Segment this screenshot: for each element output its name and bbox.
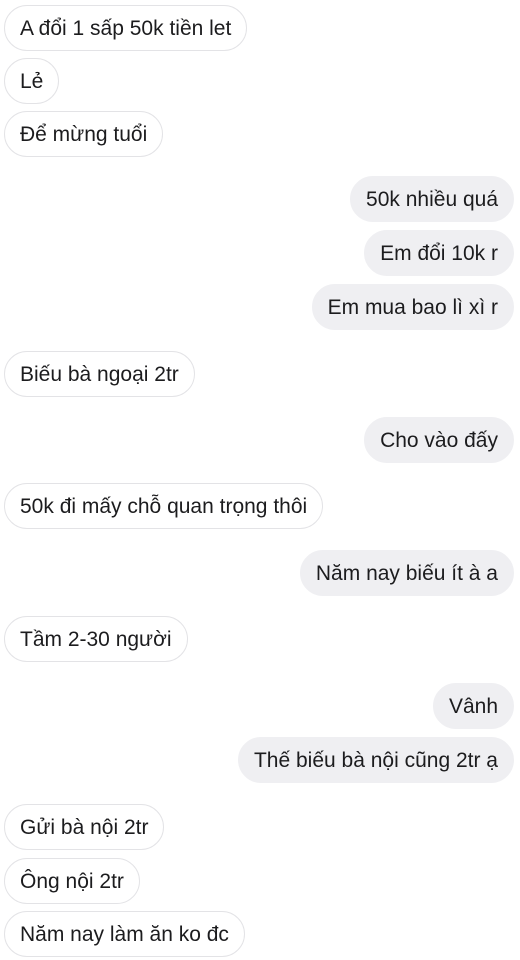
incoming-message-bubble[interactable]: Lẻ (4, 58, 60, 104)
outgoing-message-bubble[interactable]: Em mua bao lì xì r (311, 284, 514, 330)
chat-thread: A đổi 1 sấp 50k tiền let Lẻ Để mừng tuổi… (0, 0, 520, 960)
outgoing-message-bubble[interactable]: Em đổi 10k r (364, 230, 514, 276)
incoming-message-bubble[interactable]: Tầm 2-30 người (4, 616, 188, 662)
outgoing-message-bubble[interactable]: Cho vào đấy (364, 417, 514, 463)
outgoing-message-bubble[interactable]: 50k nhiều quá (350, 176, 514, 222)
incoming-message-bubble[interactable]: Năm nay làm ăn ko đc (4, 911, 245, 957)
outgoing-message-bubble[interactable]: Năm nay biếu ít à a (299, 550, 514, 596)
incoming-message-bubble[interactable]: Gửi bà nội 2tr (4, 804, 165, 850)
incoming-message-bubble[interactable]: 50k đi mấy chỗ quan trọng thôi (4, 483, 324, 529)
incoming-message-bubble[interactable]: Ông nội 2tr (4, 858, 140, 904)
incoming-message-bubble[interactable]: Để mừng tuổi (4, 111, 164, 157)
outgoing-message-bubble[interactable]: Thế biếu bà nội cũng 2tr ạ (237, 737, 514, 783)
incoming-message-bubble[interactable]: A đổi 1 sấp 50k tiền let (4, 5, 248, 51)
incoming-message-bubble[interactable]: Biếu bà ngoại 2tr (4, 351, 195, 397)
outgoing-message-bubble[interactable]: Vânh (432, 683, 514, 729)
